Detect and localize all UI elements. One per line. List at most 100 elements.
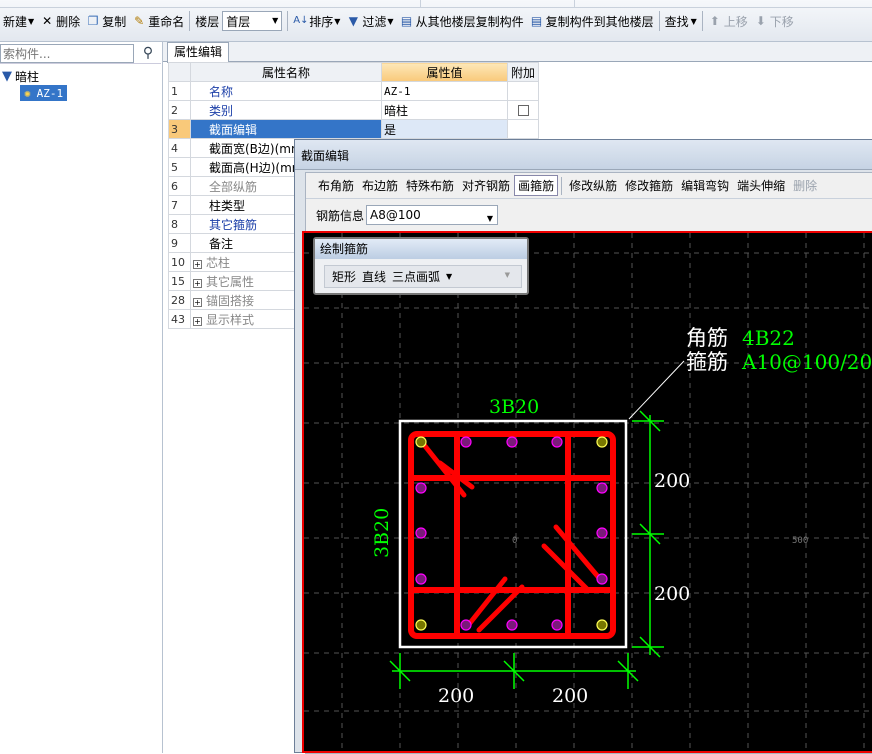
tree-root[interactable]: ▼ 暗柱 [2,68,39,85]
tool-edge-rebar[interactable]: 布边筋 [358,177,402,194]
main-toolbar: 新建 ▼ ✕ 删除 ❐ 复制 ✎ 重命名 楼层 首层 ▼ A↓ 排序 ▼ ▼ 过滤 ▼ ▤ 从其他楼… [0,0,872,42]
attach-checkbox[interactable] [517,105,529,116]
stirrup-value: A10@100/200 [741,350,872,374]
find-label: 查找 [664,14,689,29]
row-name: 类别 [190,100,382,120]
find-button[interactable]: 查找 ▼ [662,10,700,32]
tool-align-rebar[interactable]: 对齐钢筋 [458,177,514,194]
dim-right-bottom: 200 [654,583,690,605]
row-extra [507,119,539,139]
move-down-button[interactable]: ⬇ 下移 [751,10,797,32]
dropdown-arrow-icon[interactable]: ▼ [443,272,455,281]
row-num: 2 [168,100,191,120]
tool-edit-long-rebar[interactable]: 修改纵筋 [565,177,621,194]
row-num: 6 [168,176,191,196]
sort-button[interactable]: A↓ 排序 ▼ [290,10,343,32]
tool-line[interactable]: 直线 [359,268,389,285]
tool-special-rebar[interactable]: 特殊布筋 [402,177,458,194]
tab-property-edit[interactable]: 属性编辑 [167,42,230,63]
dropdown-arrow-icon: ▼ [690,16,697,26]
layers-icon: ▤ [530,14,543,28]
dropdown-arrow-icon: ▼ [387,16,394,26]
top-edge-rebar-label: 3B20 [489,396,539,418]
search-icon[interactable]: ⚲ [137,43,159,63]
draw-stirrup-title[interactable]: 绘制箍筋 [315,239,527,259]
rebar-info-label: 钢筋信息 [316,208,365,223]
dropdown-arrow-icon: ▼ [28,16,35,26]
rebar-info-select[interactable]: A8@100 ▼ [366,205,499,225]
tool-corner-rebar[interactable]: 布角筋 [314,177,358,194]
floor-select[interactable]: 首层 ▼ [222,11,283,31]
expand-icon[interactable]: + [193,316,202,326]
separator [287,11,289,31]
table-row[interactable]: 1 名称 AZ-1 [168,81,539,101]
row-num: 7 [168,195,191,215]
dialog-toolbar: 布角筋 布边筋 特殊布筋 对齐钢筋 画箍筋 修改纵筋 修改箍筋 编辑弯钩 端头伸… [306,173,872,199]
dim-bottom-right: 200 [552,685,588,707]
dim-right-top: 200 [654,470,690,492]
filter-tree-icon: ▼ [2,69,12,84]
tool-delete[interactable]: 删除 [789,177,821,194]
tool-rectangle[interactable]: 矩形 [329,268,359,285]
tool-draw-stirrup[interactable]: 画箍筋 [514,175,559,196]
rename-button[interactable]: ✎ 重命名 [129,10,187,32]
axis-origin-label: 0 [512,536,517,546]
row-num: 15 [168,271,191,291]
search-input[interactable] [0,44,134,63]
tool-edit-stirrup[interactable]: 修改箍筋 [621,177,677,194]
corner-rebar-label: 角筋 [686,326,728,350]
tree-item-az1[interactable]: ✺ AZ-1 [20,85,68,101]
header-num [168,62,191,82]
row-value[interactable]: 暗柱 [381,100,508,120]
bottom-dimension [389,653,639,689]
drawing-canvas[interactable]: 0 500 角筋 4B22 箍筋 A10@100/200 3B20 3B20 2… [302,231,872,753]
arrow-down-icon: ⬇ [755,14,766,28]
tree-root-label: 暗柱 [15,70,40,84]
move-down-label: 下移 [769,14,794,29]
row-num: 4 [168,138,191,158]
sort-icon: A↓ [293,15,309,26]
expand-icon[interactable]: + [193,297,202,307]
filter-label: 过滤 [362,14,387,29]
row-num: 1 [168,81,191,101]
separator [658,11,660,31]
new-button[interactable]: 新建 ▼ [0,10,37,32]
expand-icon[interactable]: + [193,259,202,269]
axis-500-label: 500 [792,536,808,546]
tool-edit-hook[interactable]: 编辑弯钩 [677,177,733,194]
delete-label: 删除 [56,14,81,29]
corner-rebar-value: 4B22 [742,326,795,350]
stirrup-hooks [418,438,603,633]
new-label: 新建 [3,14,28,29]
chevron-down-icon: ▼ [486,214,494,223]
row-value[interactable]: 是 [381,119,508,139]
delete-button[interactable]: ✕ 删除 [37,10,83,32]
dialog-title[interactable]: 截面编辑 [295,140,872,170]
copy-from-floor-button[interactable]: ▤ 从其他楼层复制构件 [397,10,527,32]
filter-button[interactable]: ▼ 过滤 ▼ [343,10,396,32]
copy-button[interactable]: ❐ 复制 [83,10,129,32]
floor-value: 首层 [226,14,251,29]
grid [304,233,872,753]
row-num: 3 [168,119,191,139]
arrow-up-icon: ⬆ [709,14,720,28]
copy-to-floor-button[interactable]: ▤ 复制构件到其他楼层 [527,10,657,32]
table-row[interactable]: 2 类别 暗柱 [168,100,539,120]
stirrup-label: 箍筋 [686,350,728,374]
layers-icon: ▤ [400,14,413,28]
tool-three-point-arc[interactable]: 三点画弧 [389,268,443,285]
gear-icon: ✺ [24,86,31,100]
move-up-label: 上移 [723,14,748,29]
dropdown-arrow-icon: ▼ [334,16,341,26]
tool-end-stretch[interactable]: 端头伸缩 [733,177,789,194]
rename-icon: ✎ [134,14,145,28]
header-value: 属性值 [381,62,508,82]
expand-icon[interactable]: + [193,278,202,288]
table-row-selected[interactable]: 3 截面编辑 是 [168,119,539,139]
row-value[interactable]: AZ-1 [381,81,508,101]
move-up-button[interactable]: ⬆ 上移 [705,10,751,32]
row-num: 8 [168,214,191,234]
filter-icon: ▼ [348,14,359,28]
overflow-icon[interactable]: ▼ [502,271,513,279]
right-dimension [632,410,664,658]
